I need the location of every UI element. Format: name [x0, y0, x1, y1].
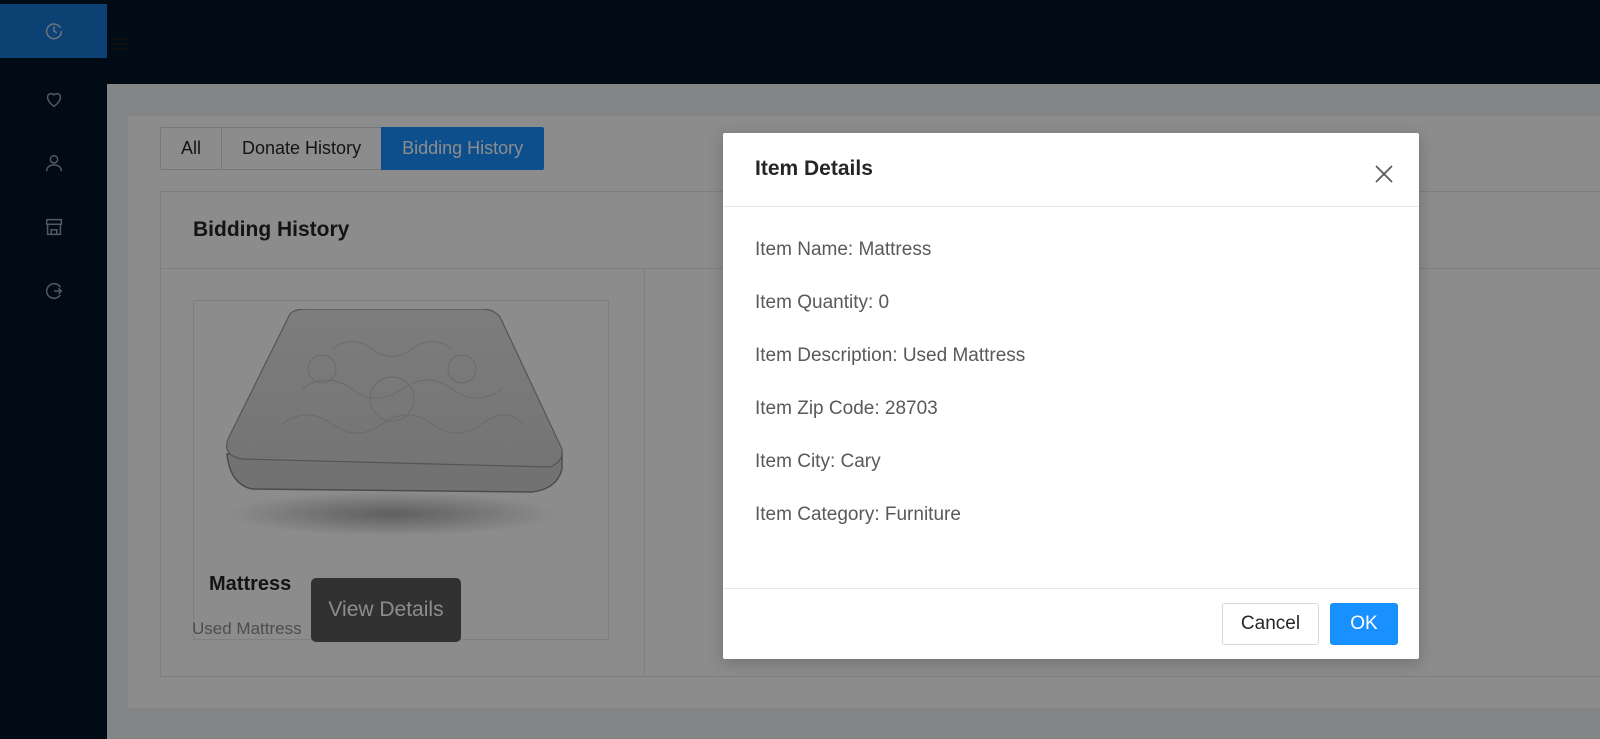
- cancel-button[interactable]: Cancel: [1222, 603, 1319, 645]
- app: All Donate History Bidding History Biddi…: [0, 0, 1600, 739]
- item-details-modal: Item Details Item Name: Mattress Item Qu…: [723, 133, 1419, 659]
- close-button[interactable]: [1373, 163, 1395, 185]
- detail-item-zip-code: Item Zip Code: 28703: [755, 398, 938, 419]
- close-icon: [1375, 165, 1393, 183]
- modal-body: Item Name: Mattress Item Quantity: 0 Ite…: [755, 239, 1025, 557]
- divider: [723, 588, 1419, 589]
- detail-item-category: Item Category: Furniture: [755, 504, 961, 525]
- detail-item-quantity: Item Quantity: 0: [755, 292, 890, 313]
- divider: [723, 206, 1419, 207]
- detail-item-description: Item Description: Used Mattress: [755, 345, 1026, 366]
- ok-button[interactable]: OK: [1330, 603, 1398, 645]
- modal-title: Item Details: [755, 157, 873, 180]
- detail-item-name: Item Name: Mattress: [755, 239, 932, 260]
- detail-item-city: Item City: Cary: [755, 451, 881, 472]
